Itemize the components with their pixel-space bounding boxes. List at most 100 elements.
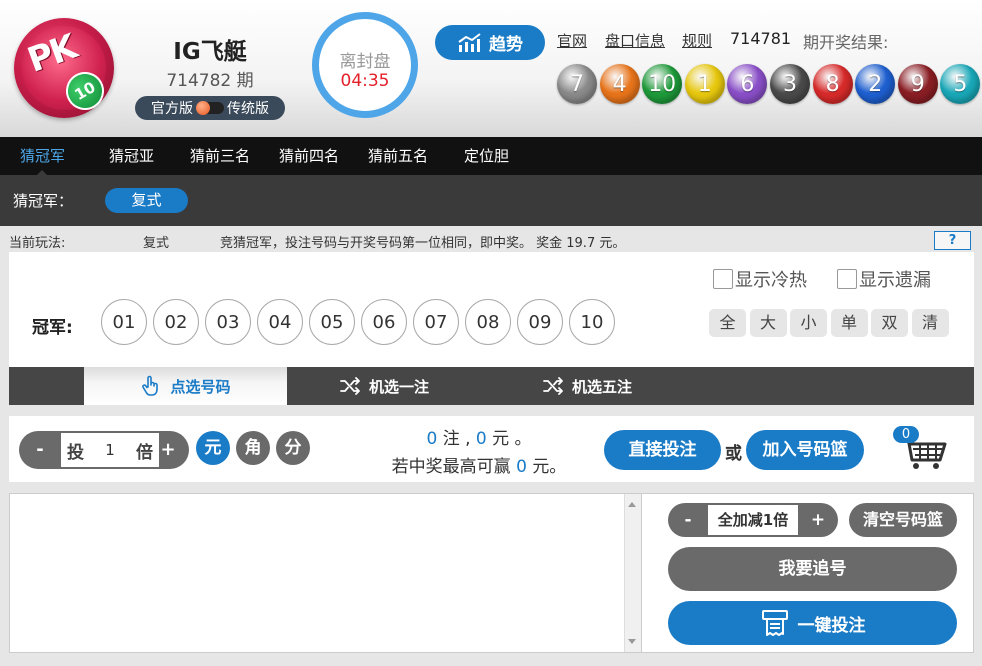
multiplier-value[interactable]: 1 <box>105 441 115 459</box>
filter-clear-button[interactable]: 清 <box>911 309 949 337</box>
bet-count: 0 <box>426 429 438 449</box>
show-hot-checkbox[interactable]: 显示冷热 <box>713 266 807 292</box>
scroll-down-arrow[interactable] <box>628 639 636 644</box>
nav-guess-top4[interactable]: 猜前四名 <box>279 137 339 175</box>
result-ball: 4 <box>599 64 640 104</box>
all-mult-minus-button[interactable]: - <box>668 503 708 537</box>
tab-pick-numbers[interactable]: 点选号码 <box>84 367 287 405</box>
scrollbar[interactable] <box>624 494 641 652</box>
result-label: 期开奖结果: <box>803 33 889 52</box>
number-button-09[interactable]: 09 <box>517 299 563 345</box>
shuffle-icon <box>340 377 360 395</box>
tab-pick-label: 点选号码 <box>170 377 231 396</box>
sub-mode-label: 猜冠军： <box>13 192 74 210</box>
show-miss-label: 显示遗漏 <box>859 270 931 291</box>
result-ball: 6 <box>727 64 768 104</box>
trend-label: 趋势 <box>489 35 523 55</box>
number-button-10[interactable]: 10 <box>569 299 615 345</box>
nav-guess-top3[interactable]: 猜前三名 <box>190 137 250 175</box>
current-play-label: 当前玩法: <box>9 236 66 251</box>
tab-random-one[interactable]: 机选一注 <box>334 367 434 405</box>
checkbox-box[interactable] <box>837 269 857 289</box>
toggle-switch[interactable] <box>196 101 224 115</box>
receipt-icon <box>761 610 788 636</box>
game-title: IG飞艇 <box>173 39 247 65</box>
bet-amount-unit: 元 。 <box>492 429 532 449</box>
current-period: 714782 期 <box>166 71 254 91</box>
filter-small-button[interactable]: 小 <box>790 309 827 337</box>
result-ball: 5 <box>940 64 981 104</box>
countdown-timer: 离封盘 04:35 <box>312 12 418 118</box>
number-button-04[interactable]: 04 <box>257 299 303 345</box>
nav-guess-top2[interactable]: 猜冠亚 <box>109 137 154 175</box>
win-prefix: 若中奖最高可赢 <box>391 457 511 477</box>
chase-number-button[interactable]: 我要追号 <box>668 547 957 591</box>
version-official-label: 官方版 <box>151 101 193 117</box>
version-switch[interactable]: 官方版 传统版 <box>135 96 285 120</box>
nav-position[interactable]: 定位胆 <box>464 137 509 175</box>
number-button-06[interactable]: 06 <box>361 299 407 345</box>
clear-basket-button[interactable]: 清空号码篮 <box>849 503 957 537</box>
number-button-01[interactable]: 01 <box>101 299 147 345</box>
filter-all-button[interactable]: 全 <box>709 309 746 337</box>
multiplier-minus-button[interactable]: - <box>19 431 61 469</box>
all-multiplier-stepper: - 全加减1倍 + <box>668 503 838 537</box>
result-ball: 1 <box>684 64 725 104</box>
number-button-08[interactable]: 08 <box>465 299 511 345</box>
bet-list-area[interactable] <box>9 493 642 653</box>
add-basket-button[interactable]: 加入号码篮 <box>746 430 864 470</box>
filter-odd-button[interactable]: 单 <box>830 309 868 337</box>
unit-fen-button[interactable]: 分 <box>276 431 310 465</box>
sub-mode-bar: 猜冠军： 复式 <box>0 175 982 226</box>
direct-bet-button[interactable]: 直接投注 <box>604 430 721 470</box>
checkbox-box[interactable] <box>713 269 733 289</box>
link-official-site[interactable]: 官网 <box>557 30 587 51</box>
result-ball: 9 <box>897 64 938 104</box>
pk10-logo: PK 10 <box>14 18 114 118</box>
number-button-07[interactable]: 07 <box>413 299 459 345</box>
countdown-time: 04:35 <box>340 71 390 91</box>
select-mode-bar: 点选号码 机选一注 机选五注 <box>9 367 974 405</box>
result-ball: 2 <box>855 64 896 104</box>
result-ball: 8 <box>812 64 853 104</box>
unit-jiao-button[interactable]: 角 <box>236 431 270 465</box>
number-button-05[interactable]: 05 <box>309 299 355 345</box>
result-ball: 7 <box>557 64 597 104</box>
tab-random-five[interactable]: 机选五注 <box>537 367 637 405</box>
all-mult-plus-button[interactable]: + <box>798 503 838 537</box>
filter-big-button[interactable]: 大 <box>749 309 787 337</box>
action-panel: - 全加减1倍 + 清空号码篮 我要追号 一键投注 <box>641 493 974 653</box>
filter-even-button[interactable]: 双 <box>871 309 908 337</box>
scroll-up-arrow[interactable] <box>628 502 636 507</box>
show-hot-label: 显示冷热 <box>735 270 807 291</box>
multiplier-field[interactable]: 投 1 倍 <box>61 433 159 467</box>
multiplier-plus-button[interactable]: + <box>147 431 189 469</box>
or-label: 或 <box>725 444 742 464</box>
trend-chart-icon <box>458 32 481 52</box>
win-suffix: 元。 <box>532 457 567 477</box>
version-traditional-label: 传统版 <box>227 101 269 117</box>
number-button-02[interactable]: 02 <box>153 299 199 345</box>
result-ball: 3 <box>770 64 810 104</box>
one-key-bet-button[interactable]: 一键投注 <box>668 601 957 645</box>
help-button[interactable]: ? <box>934 231 971 250</box>
multiplier-stepper: - 投 1 倍 + <box>19 431 189 469</box>
hand-pointer-icon <box>142 375 159 396</box>
win-summary: 若中奖最高可赢 0 元。 <box>354 452 604 477</box>
play-nav: 猜冠军 猜冠亚 猜前三名 猜前四名 猜前五名 定位胆 <box>0 137 982 175</box>
number-button-03[interactable]: 03 <box>205 299 251 345</box>
link-rules[interactable]: 规则 <box>682 30 712 51</box>
row-label-champion: 冠军: <box>32 318 73 338</box>
nav-guess-top5[interactable]: 猜前五名 <box>368 137 428 175</box>
show-miss-checkbox[interactable]: 显示遗漏 <box>837 266 931 292</box>
shuffle-icon <box>543 377 563 395</box>
mode-compound-button[interactable]: 复式 <box>105 188 188 213</box>
all-mult-label: 全加减1倍 <box>708 505 798 535</box>
result-ball: 10 <box>642 64 683 104</box>
number-panel: 显示冷热 显示遗漏 冠军: 01 02 03 04 05 06 07 08 09 10 全大小单双… <box>9 252 974 367</box>
unit-yuan-button[interactable]: 元 <box>196 431 230 465</box>
link-market-info[interactable]: 盘口信息 <box>605 30 665 51</box>
trend-button[interactable]: 趋势 <box>435 25 545 60</box>
header: PK 10 IG飞艇 714782 期 官方版 传统版 离封盘 04:35 趋势… <box>0 0 982 137</box>
bet-bar: - 投 1 倍 + 元 角 分 0 注 , 0 元 。 若中奖最高可赢 0 元。… <box>9 416 974 482</box>
